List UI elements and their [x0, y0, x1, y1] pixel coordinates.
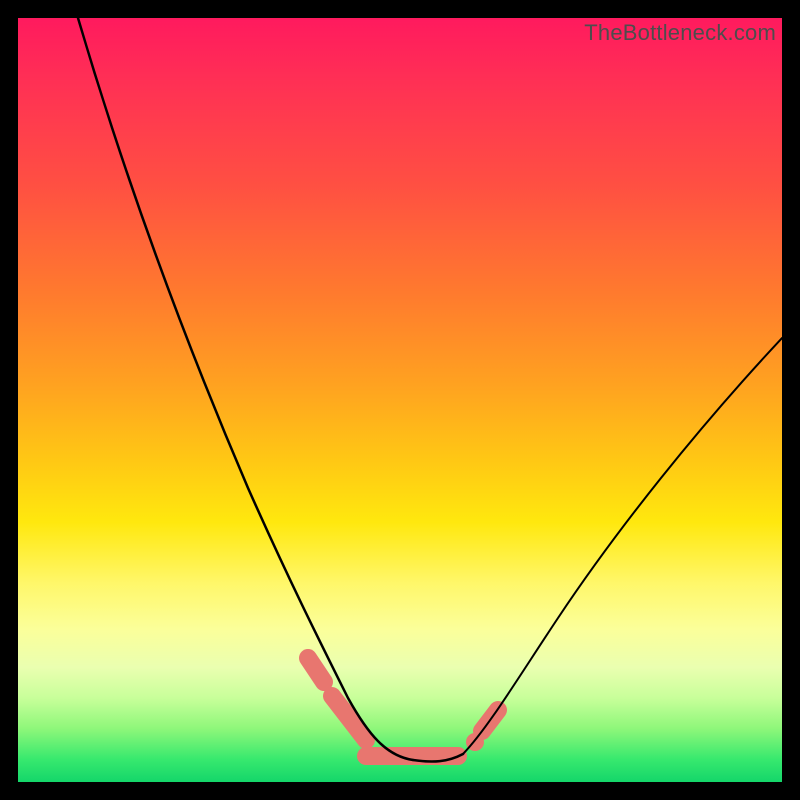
bottleneck-curve-right	[463, 338, 782, 754]
watermark-text: TheBottleneck.com	[584, 20, 776, 46]
bottleneck-curve-left	[78, 18, 413, 760]
chart-frame: TheBottleneck.com	[0, 0, 800, 800]
highlight-seg-1	[308, 658, 324, 682]
gradient-plot-area: TheBottleneck.com	[18, 18, 782, 782]
curve-svg	[18, 18, 782, 782]
